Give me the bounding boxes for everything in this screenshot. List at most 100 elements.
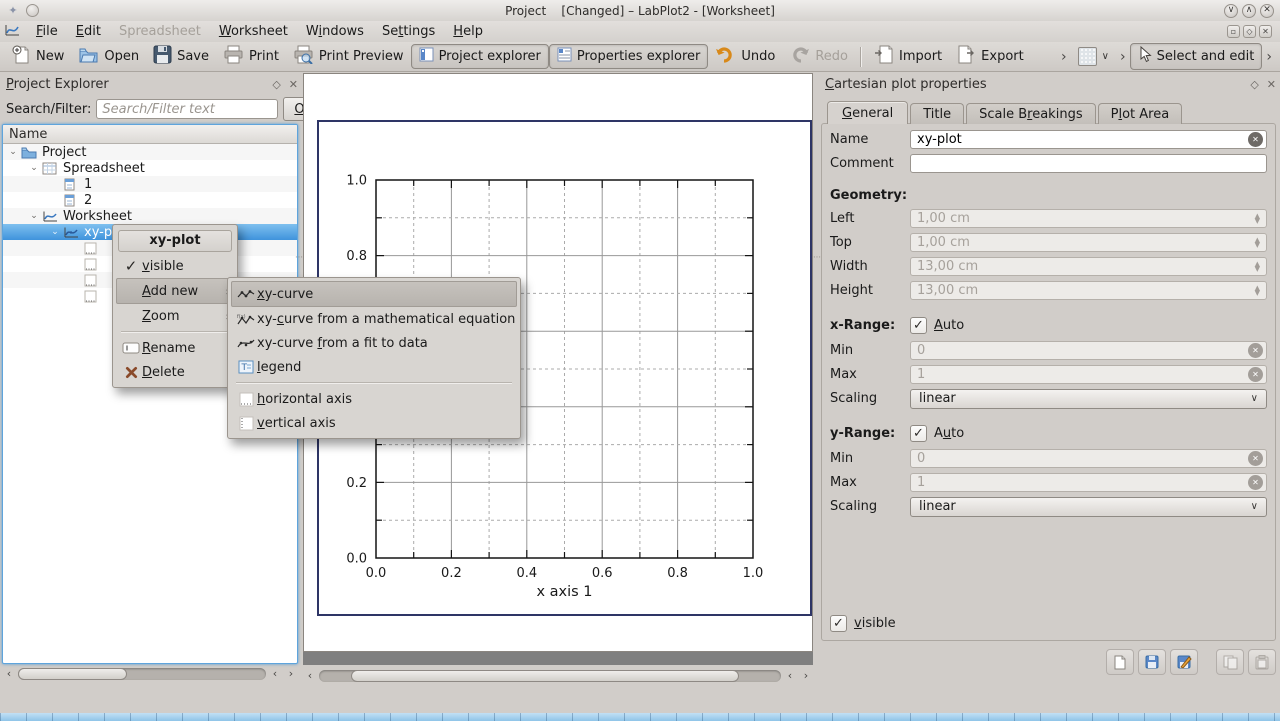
clear-field-icon[interactable]: ✕: [1248, 367, 1263, 382]
x-auto-checkbox[interactable]: ✓: [910, 317, 927, 334]
print-preview-button[interactable]: Print Preview: [286, 43, 411, 70]
save-button[interactable]: Save: [146, 43, 216, 70]
properties-tab[interactable]: Title: [910, 103, 964, 124]
plot-icon: [63, 226, 82, 239]
x-max-input[interactable]: 1: [910, 365, 1267, 384]
submenu-item[interactable]: vertical axis: [231, 411, 517, 435]
search-input[interactable]: [96, 99, 278, 119]
scroll-left-icon[interactable]: ‹: [2, 666, 16, 682]
y-max-input[interactable]: 1: [910, 473, 1267, 492]
import-button[interactable]: Import: [867, 43, 949, 70]
properties-tab[interactable]: General: [827, 101, 908, 124]
mdi-float-icon[interactable]: ◇: [1243, 25, 1256, 38]
splitter-right[interactable]: ⋮: [814, 73, 820, 684]
tree-row[interactable]: ⌄ Spreadsheet: [3, 160, 297, 176]
x-scaling-combobox[interactable]: linear ∨: [910, 389, 1267, 409]
geometry-spinbox[interactable]: 1,00 cm ▲▼: [910, 233, 1267, 252]
tree-column-header[interactable]: Name: [3, 125, 297, 144]
toolbar-overflow-icon[interactable]: ›: [1057, 49, 1071, 65]
dock-float-icon[interactable]: ◇: [1250, 78, 1258, 91]
y-scaling-combobox[interactable]: linear ∨: [910, 497, 1267, 517]
geometry-spinbox[interactable]: 1,00 cm ▲▼: [910, 209, 1267, 228]
tree-row[interactable]: ⌄ Worksheet: [3, 208, 297, 224]
scroll-right-icon[interactable]: ›: [799, 668, 813, 684]
geometry-spinbox[interactable]: 13,00 cm ▲▼: [910, 281, 1267, 300]
submenu-item[interactable]: T legend: [231, 355, 517, 379]
scroll-left-icon[interactable]: ‹: [783, 668, 797, 684]
close-icon[interactable]: ✕: [1260, 4, 1274, 18]
import-icon: [874, 45, 894, 68]
copy-icon[interactable]: [1216, 649, 1244, 675]
geometry-row-label: Left: [830, 211, 910, 226]
redo-button[interactable]: Redo: [782, 44, 855, 70]
submenu-item[interactable]: horizontal axis: [231, 387, 517, 411]
context-menu-item[interactable]: Add new ›: [116, 278, 234, 304]
y-min-input[interactable]: 0: [910, 449, 1267, 468]
submenu-item[interactable]: xy-curve from a fit to data: [231, 331, 517, 355]
new-document-icon[interactable]: [1106, 649, 1134, 675]
delete-icon: [120, 366, 142, 379]
properties-tab[interactable]: Plot Area: [1098, 103, 1183, 124]
paste-icon[interactable]: [1248, 649, 1276, 675]
menu-item[interactable]: Help: [444, 23, 492, 40]
xy-curve-fit-icon: [235, 337, 257, 349]
grid-style-dropdown[interactable]: ∨: [1071, 45, 1116, 68]
save-icon[interactable]: [1138, 649, 1166, 675]
tree-row[interactable]: 2: [3, 192, 297, 208]
submenu-item[interactable]: f(x) xy-curve from a mathematical equati…: [231, 307, 517, 331]
mdi-restore-icon[interactable]: ▫: [1227, 25, 1240, 38]
axis-icon: [84, 258, 103, 271]
svg-text:1.0: 1.0: [346, 174, 367, 189]
menu-item[interactable]: Spreadsheet: [110, 23, 210, 40]
menu-item[interactable]: Windows: [297, 23, 373, 40]
menu-item[interactable]: Worksheet: [210, 23, 297, 40]
y-auto-checkbox[interactable]: ✓: [910, 425, 927, 442]
project-explorer-toggle[interactable]: Project explorer: [411, 44, 549, 69]
name-input[interactable]: [910, 130, 1267, 149]
toolbar-overflow-icon[interactable]: ›: [1262, 49, 1276, 65]
menu-item[interactable]: Edit: [67, 23, 110, 40]
comment-label: Comment: [830, 156, 910, 171]
x-min-input[interactable]: 0: [910, 341, 1267, 360]
context-menu-item[interactable]: Delete: [116, 360, 234, 384]
visible-checkbox[interactable]: ✓: [830, 615, 847, 632]
geometry-spinbox[interactable]: 13,00 cm ▲▼: [910, 257, 1267, 276]
clear-field-icon[interactable]: ✕: [1248, 132, 1263, 147]
context-menu-item[interactable]: ✓ visible: [116, 254, 234, 278]
scroll-thumb[interactable]: [18, 668, 127, 680]
taskbar-edge: [0, 713, 1280, 721]
x-range-heading: x-Range:: [830, 318, 910, 333]
open-button[interactable]: Open: [71, 44, 146, 70]
dock-close-icon[interactable]: ✕: [1267, 78, 1276, 91]
toolbar-overflow-icon[interactable]: ›: [1116, 49, 1130, 65]
menu-item[interactable]: File: [27, 23, 67, 40]
select-and-edit-button[interactable]: Select and edit: [1130, 43, 1263, 70]
properties-explorer-toggle[interactable]: Properties explorer: [549, 44, 709, 69]
mdi-close-icon[interactable]: ✕: [1259, 25, 1272, 38]
submenu-item[interactable]: xy-curve: [231, 281, 517, 307]
export-button[interactable]: Export: [949, 43, 1031, 70]
clear-field-icon[interactable]: ✕: [1248, 343, 1263, 358]
context-menu-item[interactable]: Rename: [116, 336, 234, 360]
y-range-heading: y-Range:: [830, 426, 910, 441]
scroll-thumb[interactable]: [351, 670, 739, 682]
tree-row[interactable]: 1: [3, 176, 297, 192]
shade-icon[interactable]: ∨: [1224, 4, 1238, 18]
print-button[interactable]: Print: [216, 43, 286, 70]
maximize-icon[interactable]: ∧: [1242, 4, 1256, 18]
comment-input[interactable]: [910, 154, 1267, 173]
clear-field-icon[interactable]: ✕: [1248, 475, 1263, 490]
undo-button[interactable]: Undo: [708, 44, 782, 70]
context-menu-item[interactable]: Zoom ›: [116, 304, 234, 328]
new-button[interactable]: New: [4, 43, 71, 71]
clear-field-icon[interactable]: ✕: [1248, 451, 1263, 466]
tree-row[interactable]: ⌄ Project: [3, 144, 297, 160]
menu-item[interactable]: Settings: [373, 23, 444, 40]
dock-float-icon[interactable]: ◇: [272, 78, 280, 91]
svg-text:0.0: 0.0: [366, 566, 387, 581]
save-edit-icon[interactable]: [1170, 649, 1198, 675]
scroll-left-icon[interactable]: ‹: [268, 666, 282, 682]
properties-tab[interactable]: Scale Breakings: [966, 103, 1095, 124]
cursor-icon: [1138, 46, 1152, 67]
scroll-left-icon[interactable]: ‹: [303, 668, 317, 684]
